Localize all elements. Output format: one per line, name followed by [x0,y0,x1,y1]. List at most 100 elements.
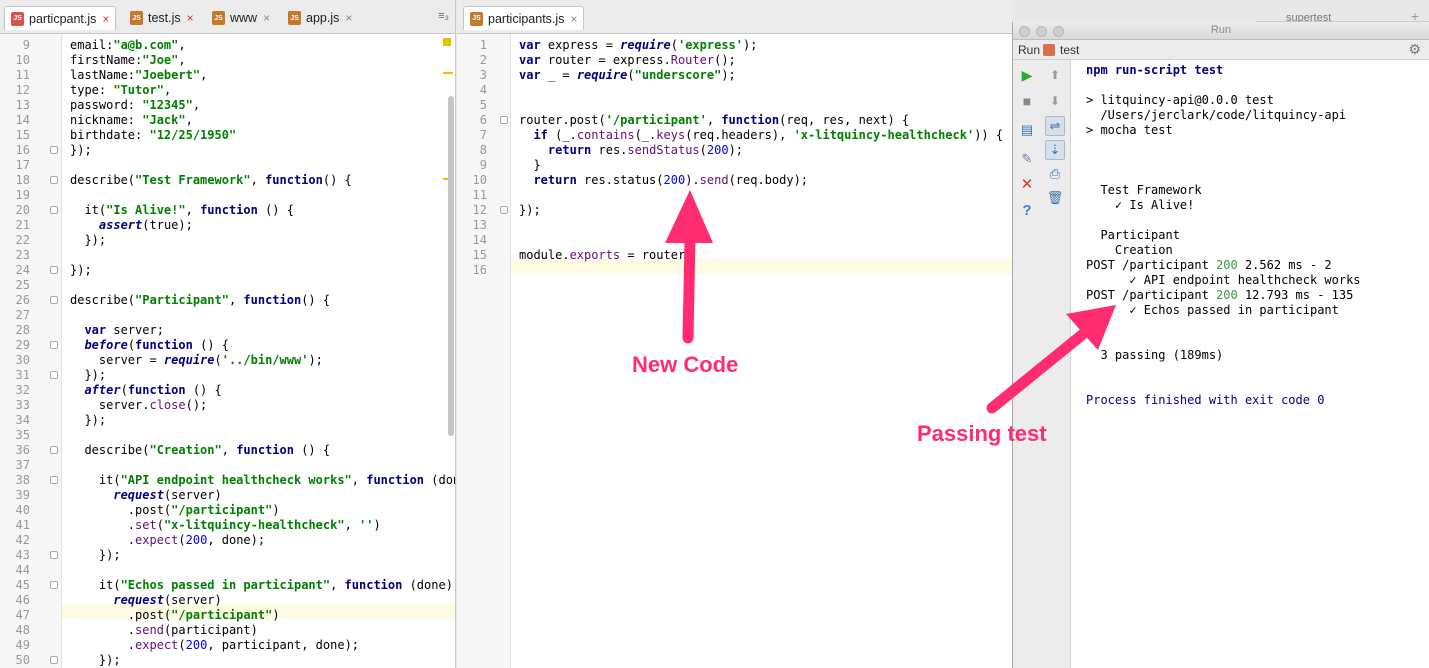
tab-app-js[interactable]: JS app.js × [282,6,358,30]
code-line[interactable]: } [519,158,540,173]
code-line[interactable]: it("Is Alive!", function () { [70,203,294,218]
code-line[interactable]: describe("Test Framework", function() { [70,173,352,188]
tab-www[interactable]: JS www × [206,6,276,30]
code-line[interactable]: describe("Creation", function () { [70,443,330,458]
line-number: 49 [15,638,30,652]
code-line[interactable]: .set("x-litquincy-healthcheck", '') [70,518,381,533]
code-line[interactable]: router.post('/participant', function(req… [519,113,909,128]
arrow-up-icon[interactable]: ⬆ [1045,65,1065,85]
tabs-overflow-menu[interactable]: ≡₃ [438,10,449,22]
middle-line-gutter: 1 2 3 4 5 6 7 8 9 10 11 12 13 14 15 16 [457,34,511,668]
help-icon[interactable]: ? [1017,200,1037,220]
code-line[interactable]: request(server) [70,593,221,608]
trash-icon[interactable]: 🗑 [1045,188,1065,208]
code-line[interactable]: nickname: "Jack", [70,113,193,128]
tab-particpant-js[interactable]: JS particpant.js × [4,6,117,30]
fold-marker[interactable] [500,206,508,214]
code-line[interactable]: it("API endpoint healthcheck works", fun… [70,473,455,488]
left-code-area[interactable]: email:"a@b.com", firstName:"Joe", lastName… [62,34,455,668]
code-line[interactable]: .send(participant) [70,623,258,638]
code-line[interactable]: }); [70,548,121,563]
code-line[interactable]: }); [70,653,121,668]
scroll-to-end-icon[interactable]: ⇣ [1045,140,1065,160]
line-number: 4 [479,83,487,97]
console-line: ✓ Echos passed in participant [1086,303,1339,317]
fold-marker[interactable] [50,476,58,484]
line-number: 22 [15,233,30,247]
code-line[interactable]: module.exports = router; [519,248,692,263]
fold-marker[interactable] [50,266,58,274]
fold-marker[interactable] [50,341,58,349]
run-console-output[interactable]: npm run-script test > litquincy-api@0.0.0… [1071,60,1429,668]
run-config-name[interactable]: test [1060,43,1079,57]
code-line[interactable]: var _ = require("underscore"); [519,68,736,83]
code-line[interactable]: after(function () { [70,383,221,398]
vertical-scrollbar[interactable] [448,96,454,436]
code-line[interactable]: server.close(); [70,398,207,413]
new-code-annotation: New Code [632,352,739,377]
fold-marker[interactable] [500,116,508,124]
pin-icon[interactable]: ✎ [1017,149,1037,169]
code-line[interactable]: var server; [70,323,163,338]
code-line[interactable]: type: "Tutor", [70,83,171,98]
tab-participants-js[interactable]: JS participants.js × [463,6,585,30]
tab-test-js[interactable]: JS test.js × [124,6,200,30]
code-line[interactable]: assert(true); [70,218,193,233]
close-tab-icon[interactable]: × [263,11,270,25]
code-line[interactable]: server = require('../bin/www'); [70,353,323,368]
settings-gear-icon[interactable]: ⚙ [1408,41,1421,58]
fold-marker[interactable] [50,581,58,589]
code-line[interactable]: }); [70,233,106,248]
code-line[interactable]: firstName:"Joe", [70,53,186,68]
fold-marker[interactable] [50,446,58,454]
rerun-icon[interactable]: ▶ [1017,65,1037,85]
code-line[interactable]: .post("/participant") [70,608,280,623]
fold-marker[interactable] [50,296,58,304]
code-line[interactable]: var express = require('express'); [519,38,757,53]
code-line[interactable]: }); [70,143,92,158]
close-tab-icon[interactable]: × [187,11,194,25]
code-line[interactable]: .expect(200, done); [70,533,265,548]
fold-marker[interactable] [50,551,58,559]
code-line[interactable]: var router = express.Router(); [519,53,736,68]
close-run-icon[interactable]: ✕ [1017,174,1037,194]
code-line[interactable]: password: "12345", [70,98,200,113]
fold-marker[interactable] [50,176,58,184]
line-number: 43 [15,548,30,562]
code-line[interactable]: lastName:"Joebert", [70,68,207,83]
line-number: 39 [15,488,30,502]
soft-wrap-icon[interactable]: ⇌ [1045,116,1065,136]
code-line[interactable]: it("Echos passed in participant", functi… [70,578,455,593]
line-number: 35 [15,428,30,442]
code-line[interactable]: return res.status(200).send(req.body); [519,173,808,188]
code-line[interactable]: birthdate: "12/25/1950" [70,128,236,143]
code-line[interactable]: }); [70,263,92,278]
fold-marker[interactable] [50,146,58,154]
line-number: 6 [479,113,487,127]
stop-icon[interactable]: ■ [1017,91,1037,111]
left-line-gutter: 9 10 11 12 13 14 15 16 17 18 19 20 21 22 23 24 25 26 27 28 2… [0,34,62,668]
close-tab-icon[interactable]: × [345,11,352,25]
code-line[interactable]: before(function () { [70,338,229,353]
code-line[interactable]: }); [70,368,106,383]
fold-marker[interactable] [50,656,58,664]
code-line[interactable]: }); [519,203,541,218]
line-number: 28 [15,323,30,337]
code-line[interactable]: }); [70,413,106,428]
print-icon[interactable]: ⎙ [1045,164,1065,184]
code-line[interactable]: request(server) [70,488,221,503]
middle-code-area[interactable]: var express = require('express'); var rou… [511,34,1012,668]
close-tab-icon[interactable]: × [570,12,577,26]
code-line[interactable]: email:"a@b.com", [70,38,186,53]
layout-icon[interactable]: ▤ [1017,120,1037,140]
code-line[interactable]: if (_.contains(_.keys(req.headers), 'x-l… [519,128,1003,143]
code-line[interactable]: .expect(200, participant, done); [70,638,359,653]
line-number: 10 [472,173,487,187]
fold-marker[interactable] [50,206,58,214]
code-line[interactable]: .post("/participant") [70,503,280,518]
close-tab-icon[interactable]: × [102,12,109,26]
code-line[interactable]: describe("Participant", function() { [70,293,330,308]
fold-marker[interactable] [50,371,58,379]
arrow-down-icon[interactable]: ⬇ [1045,91,1065,111]
code-line[interactable]: return res.sendStatus(200); [519,143,743,158]
